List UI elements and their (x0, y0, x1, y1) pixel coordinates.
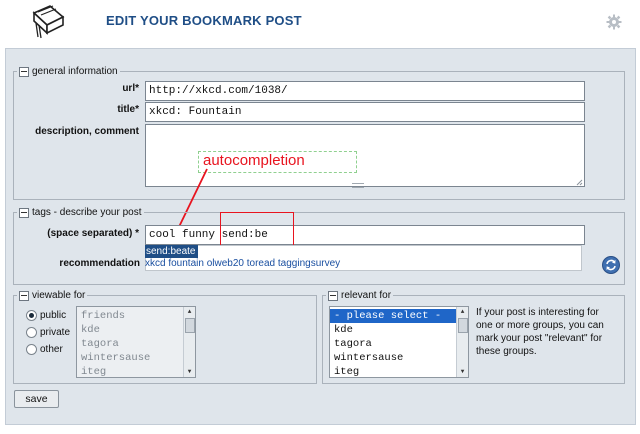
list-item[interactable]: tagora (330, 337, 468, 351)
radio-other[interactable] (26, 344, 37, 355)
description-label: description, comment (35, 126, 139, 137)
list-item[interactable]: wintersause (77, 351, 195, 365)
tags-label: (space separated) * (47, 228, 139, 239)
recommendation-tag[interactable]: xkcd (145, 258, 166, 269)
collapse-icon[interactable] (19, 207, 29, 218)
annotation-label: autocompletion (203, 152, 305, 169)
refresh-icon[interactable] (602, 256, 620, 274)
section-legend: general information (32, 66, 118, 77)
list-item[interactable]: tagora (77, 337, 195, 351)
url-field[interactable]: http://xkcd.com/1038/ (145, 81, 585, 101)
tags-existing: cool funny (149, 229, 216, 241)
section-legend: viewable for (32, 290, 86, 301)
collapse-icon[interactable] (328, 290, 338, 301)
viewable-groups-list[interactable]: friends kde tagora wintersause iteg ▲ ▼ (76, 306, 196, 378)
title-label: title* (117, 104, 139, 115)
page-title: EDIT YOUR BOOKMARK POST (106, 13, 302, 28)
grip-icon[interactable] (352, 183, 364, 188)
recommendation-tag[interactable]: olweb20 (207, 258, 244, 269)
save-button[interactable]: save (14, 390, 59, 408)
resize-handle-icon[interactable] (576, 178, 583, 186)
recommendation-label: recommendation (59, 258, 140, 269)
scrollbar[interactable]: ▲ ▼ (456, 307, 468, 377)
radio-label: public (40, 310, 67, 321)
collapse-icon[interactable] (19, 290, 29, 301)
list-item[interactable]: friends (77, 309, 195, 323)
scrollbar[interactable]: ▲ ▼ (183, 307, 195, 377)
radio-label: private (40, 327, 71, 338)
url-label: url* (122, 83, 139, 94)
recommendation-tag[interactable]: fountain (168, 258, 204, 269)
recommendation-tag[interactable]: toread (247, 258, 275, 269)
book-icon (28, 3, 68, 41)
collapse-icon[interactable] (19, 66, 29, 77)
radio-private[interactable] (26, 327, 37, 338)
title-field[interactable]: xkcd: Fountain (145, 102, 585, 122)
gear-icon[interactable] (606, 14, 622, 30)
tags-field[interactable]: cool funny send:be (145, 225, 585, 245)
radio-public[interactable] (26, 310, 37, 321)
section-legend: tags - describe your post (32, 207, 142, 218)
list-item[interactable]: wintersause (330, 351, 468, 365)
recommendation-tag[interactable]: taggingsurvey (278, 258, 340, 269)
list-item[interactable]: kde (77, 323, 195, 337)
autocomplete-suggestion[interactable]: send:beate (145, 245, 198, 258)
relevant-groups-list[interactable]: - please select - kde tagora wintersause… (329, 306, 469, 378)
section-legend: relevant for (341, 290, 392, 301)
list-item[interactable]: iteg (77, 365, 195, 377)
relevant-help-text: If your post is interesting for one or m… (476, 307, 604, 357)
list-item[interactable]: kde (330, 323, 468, 337)
recommendation-list: xkcd fountain olweb20 toread taggingsurv… (145, 258, 340, 269)
list-item[interactable]: - please select - (330, 309, 468, 323)
list-item[interactable]: iteg (330, 365, 468, 377)
radio-label: other (40, 344, 63, 355)
